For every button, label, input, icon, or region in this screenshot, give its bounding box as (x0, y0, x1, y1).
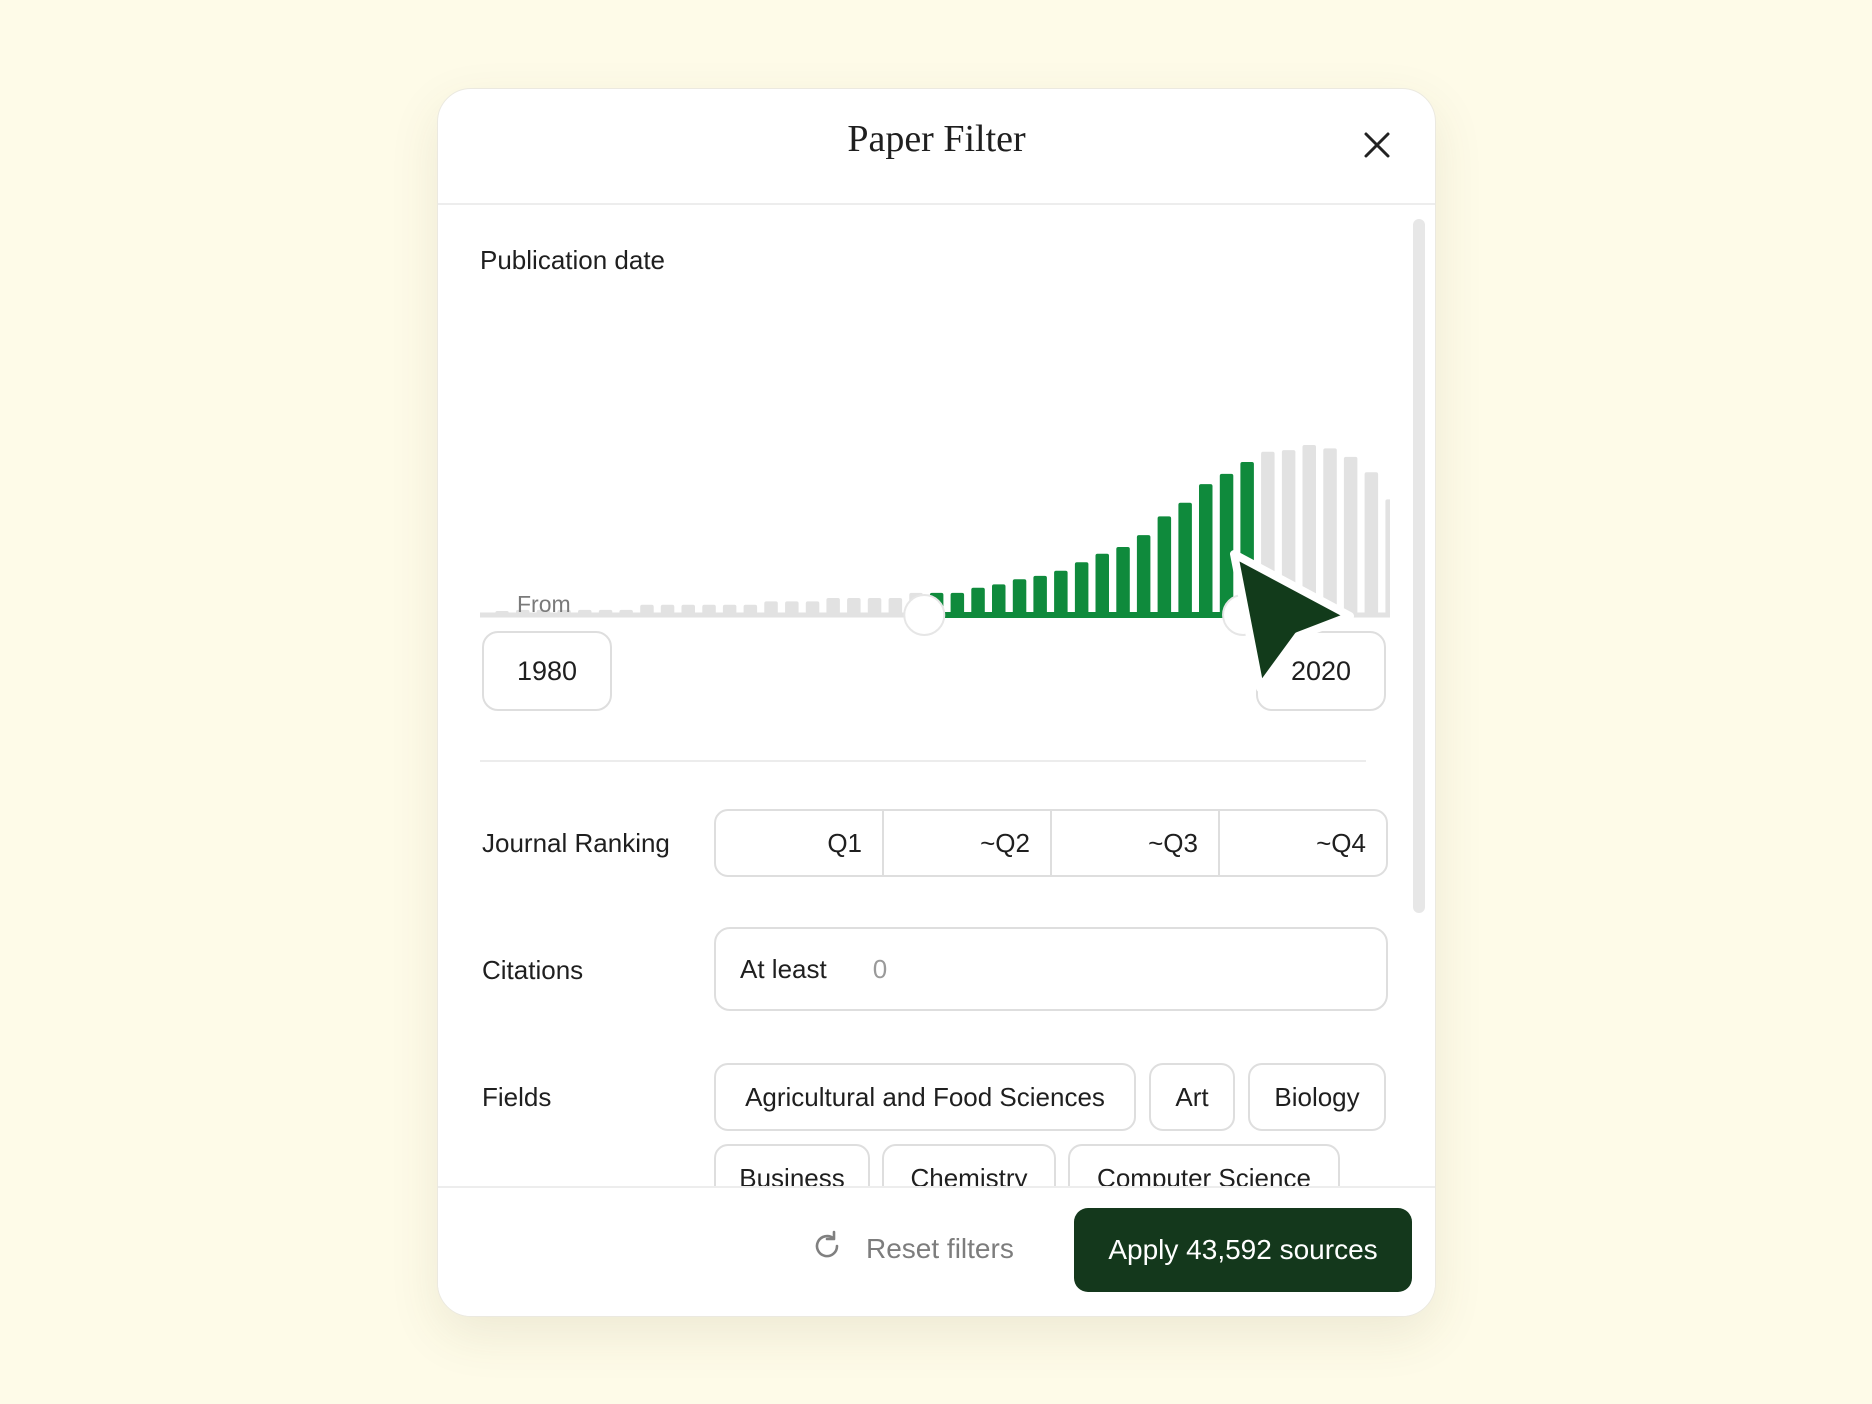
publication-date-histogram[interactable] (480, 339, 1390, 659)
citations-field[interactable]: At least (714, 927, 1388, 1011)
apply-sources-button[interactable]: Apply 43,592 sources (1074, 1208, 1412, 1292)
histogram-bar (1219, 473, 1234, 615)
refresh-icon (810, 1229, 844, 1270)
from-caption: From (517, 591, 571, 617)
journal-ranking-label: Journal Ranking (482, 828, 670, 858)
slider-thumb-to (1222, 594, 1265, 636)
histogram-bar (1136, 535, 1151, 615)
rank-option-q3[interactable]: ~Q3 (1052, 811, 1220, 875)
rank-option-q2[interactable]: ~Q2 (884, 811, 1052, 875)
dialog-header: Paper Filter (438, 89, 1435, 205)
histogram-bar (847, 598, 861, 615)
histogram-bar (867, 598, 882, 615)
dialog-title: Paper Filter (847, 118, 1026, 160)
to-year-input[interactable]: 2020 (1256, 631, 1386, 711)
fields-label: Fields (482, 1082, 552, 1112)
histogram-bar (1178, 502, 1192, 615)
histogram-bar (1385, 499, 1390, 615)
histogram-bar (1095, 553, 1109, 615)
rank-option-q1[interactable]: Q1 (716, 811, 884, 875)
citations-label: Citations (482, 955, 584, 985)
publication-date-label: Publication date (480, 245, 666, 275)
field-chip-agricultural[interactable]: Agricultural and Food Sciences (714, 1063, 1136, 1131)
journal-ranking-segmented-control: Q1 ~Q2 ~Q3 ~Q4 (714, 809, 1388, 877)
from-year-input[interactable]: 1980 (482, 631, 612, 711)
histogram-bar (971, 587, 985, 615)
histogram-bar (1261, 451, 1275, 615)
citations-input[interactable] (870, 952, 1175, 986)
histogram-bar (1157, 516, 1172, 615)
rank-option-q4[interactable]: ~Q4 (1220, 811, 1386, 875)
histogram-bar (1364, 472, 1379, 615)
histogram-bar (950, 592, 965, 615)
histogram-bar (1054, 570, 1068, 615)
histogram-bar (1074, 562, 1089, 615)
citations-prefix: At least (740, 953, 827, 984)
histogram-bar (1033, 575, 1047, 615)
divider (480, 760, 1366, 762)
histogram-bar (992, 584, 1006, 615)
slider-thumb-from (903, 594, 946, 636)
histogram-bar (1343, 456, 1358, 615)
histogram-bar (1323, 448, 1337, 615)
histogram-bar (1199, 484, 1213, 615)
reset-filters-button[interactable]: Reset filters (810, 1218, 1014, 1280)
field-chip-biology[interactable]: Biology (1248, 1063, 1386, 1131)
paper-filter-dialog: Paper Filter Publication date From 1980 … (437, 88, 1436, 1317)
field-chip-art[interactable]: Art (1149, 1063, 1235, 1131)
histogram-bar (1012, 579, 1027, 615)
dialog-footer: Reset filters Apply 43,592 sources (438, 1186, 1435, 1316)
reset-filters-label: Reset filters (866, 1233, 1014, 1264)
histogram-bar (826, 598, 840, 615)
close-icon[interactable] (1355, 123, 1399, 167)
histogram-bar (1302, 445, 1316, 615)
scrollbar[interactable] (1413, 219, 1425, 913)
histogram-bar (1240, 462, 1254, 615)
histogram-bar (1116, 547, 1130, 615)
histogram-bar (888, 598, 903, 615)
histogram-bar (1281, 450, 1296, 615)
